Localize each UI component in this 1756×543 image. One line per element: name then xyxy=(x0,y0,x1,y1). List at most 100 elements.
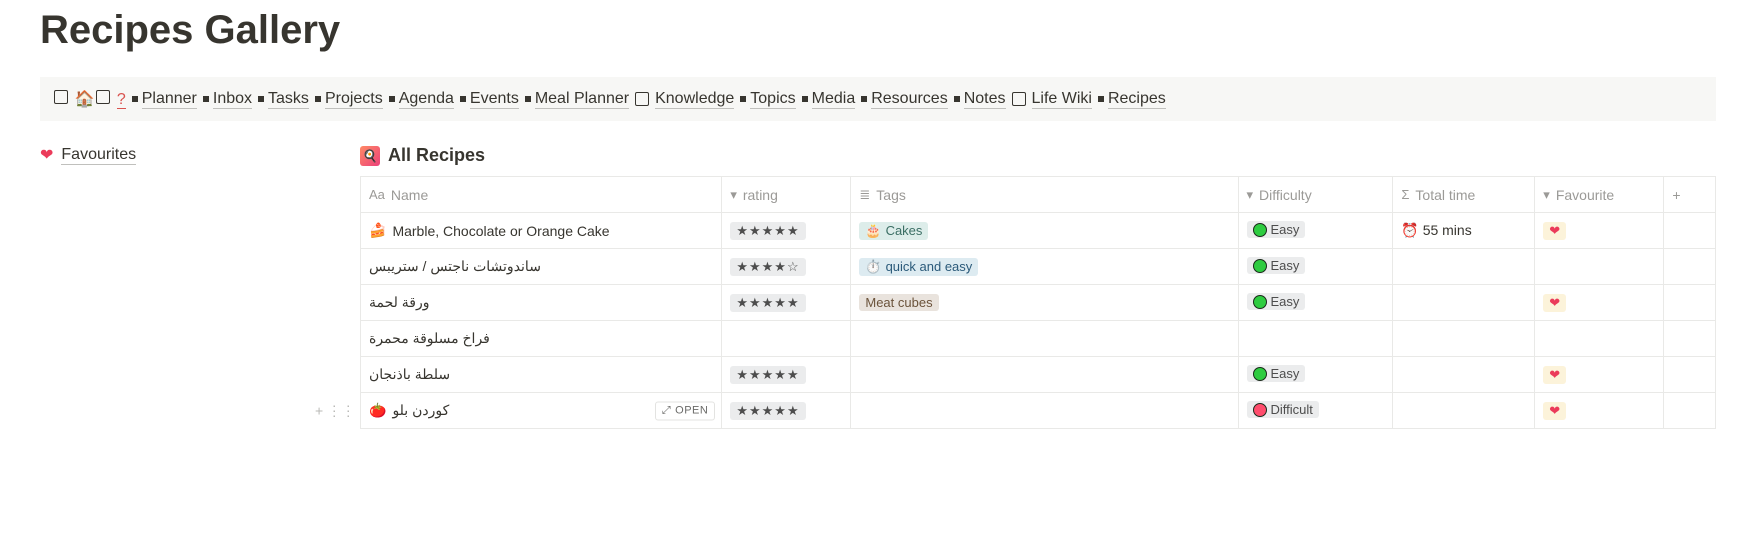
nav-item[interactable]: Topics xyxy=(740,90,795,109)
difficulty-dot-icon xyxy=(1253,367,1267,381)
rating-value[interactable]: ★★★★★ xyxy=(730,366,805,384)
column-label: Total time xyxy=(1415,187,1475,203)
bullet-icon xyxy=(954,96,960,102)
table-row[interactable]: سلطة باذنجان ★★★★★ Easy ❤ xyxy=(361,357,1716,393)
open-label: OPEN xyxy=(675,405,708,417)
favourite-pill[interactable]: ❤ xyxy=(1543,222,1566,240)
tag-label: Meat cubes xyxy=(865,295,932,310)
difficulty-label: Easy xyxy=(1271,258,1300,273)
nav-item[interactable]: Resources xyxy=(861,90,947,109)
bullet-icon xyxy=(740,96,746,102)
drag-handle-icon[interactable]: ⋮⋮ xyxy=(327,402,355,419)
bullet-icon xyxy=(258,96,264,102)
nav-item[interactable]: Agenda xyxy=(389,90,454,109)
nav-item[interactable]: Knowledge xyxy=(635,90,734,109)
column-header-rating[interactable]: ▾rating xyxy=(722,177,851,213)
rating-value[interactable]: ★★★★★ xyxy=(730,294,805,312)
tag-label: Cakes xyxy=(886,223,923,238)
sidebar-favourites-label: Favourites xyxy=(61,146,136,165)
favourite-pill[interactable]: ❤ xyxy=(1543,366,1566,384)
heart-icon: ❤ xyxy=(1549,223,1560,239)
home-icon[interactable]: 🏠 xyxy=(74,91,94,108)
nav-item[interactable]: Media xyxy=(802,90,856,109)
nav-label: Media xyxy=(812,90,856,109)
nav-item[interactable]: Notes xyxy=(954,90,1006,109)
nav-label: Resources xyxy=(871,90,947,109)
box-icon xyxy=(1012,92,1026,106)
heart-icon: ❤ xyxy=(1549,295,1560,311)
sidebar-favourites-link[interactable]: ❤ Favourites xyxy=(40,145,136,165)
bullet-icon xyxy=(525,96,531,102)
nav-label: Planner xyxy=(142,90,197,109)
nav-label: Projects xyxy=(325,90,383,109)
difficulty-dot-icon xyxy=(1253,223,1267,237)
tag-emoji-icon: 🎂 xyxy=(865,223,881,239)
nav-question[interactable]: ? xyxy=(117,91,126,109)
table-row[interactable]: 🍰 Marble, Chocolate or Orange Cake ★★★★★ 🎂 C… xyxy=(361,213,1716,249)
tag-pill[interactable]: ⏱️quick and easy xyxy=(859,258,978,276)
difficulty-label: Difficult xyxy=(1271,402,1313,417)
nav-label: Inbox xyxy=(213,90,252,109)
nav-item[interactable]: Inbox xyxy=(203,90,252,109)
bullet-icon xyxy=(460,96,466,102)
bullet-icon xyxy=(132,96,138,102)
nav-item[interactable]: Life Wiki xyxy=(1012,90,1092,109)
column-header-tags[interactable]: ≣Tags xyxy=(851,177,1238,213)
view-title: All Recipes xyxy=(388,145,485,166)
difficulty-pill[interactable]: Difficult xyxy=(1247,401,1319,418)
table-row[interactable]: +⋮⋮🍅كوردن بلو⤢OPEN★★★★★Difficult❤ xyxy=(361,393,1716,429)
nav-item[interactable]: Planner xyxy=(132,90,197,109)
row-emoji-icon: 🍰 xyxy=(369,222,386,239)
bullet-icon xyxy=(203,96,209,102)
table-row[interactable]: ورقة لحمة ★★★★★ Meat cubes Easy ❤ xyxy=(361,285,1716,321)
bullet-icon xyxy=(389,96,395,102)
open-page-button[interactable]: ⤢ OPEN xyxy=(655,401,716,420)
nav-item[interactable]: Recipes xyxy=(1098,90,1166,109)
nav-label: Life Wiki xyxy=(1032,90,1092,109)
nav-label: Topics xyxy=(750,90,795,109)
column-header-favourite[interactable]: ▾Favourite xyxy=(1535,177,1664,213)
rating-value[interactable]: ★★★★★ xyxy=(730,222,805,240)
clock-icon: ⏰ xyxy=(1401,222,1418,238)
row-name: Marble, Chocolate or Orange Cake xyxy=(392,223,609,239)
table-row[interactable]: فراخ مسلوقة محمرة xyxy=(361,321,1716,357)
bullet-icon xyxy=(861,96,867,102)
bullet-icon xyxy=(1098,96,1104,102)
tag-pill[interactable]: 🎂 Cakes xyxy=(859,222,928,240)
nav-item[interactable]: Tasks xyxy=(258,90,309,109)
row-name: ورقة لحمة xyxy=(369,294,430,311)
difficulty-pill[interactable]: Easy xyxy=(1247,365,1306,382)
add-row-icon[interactable]: + xyxy=(315,402,323,419)
total-time-value: 55 mins xyxy=(1423,222,1472,238)
column-header-name[interactable]: AaName xyxy=(361,177,722,213)
bullet-icon xyxy=(802,96,808,102)
rating-value[interactable]: ★★★★☆ xyxy=(730,258,805,276)
difficulty-pill[interactable]: Easy xyxy=(1247,257,1306,274)
favourite-pill[interactable]: ❤ xyxy=(1543,294,1566,312)
expand-icon: ⤢ xyxy=(662,404,671,417)
column-label: Difficulty xyxy=(1259,187,1312,203)
difficulty-pill[interactable]: Easy xyxy=(1247,293,1306,310)
sidebar: ❤ Favourites xyxy=(40,145,320,429)
difficulty-pill[interactable]: Easy xyxy=(1247,221,1306,238)
nav-label: Knowledge xyxy=(655,90,734,109)
view-header[interactable]: 🍳 All Recipes xyxy=(360,145,1716,166)
nav-item[interactable]: Events xyxy=(460,90,519,109)
column-header-total-time[interactable]: ΣTotal time xyxy=(1393,177,1535,213)
main-content: 🍳 All Recipes AaName ▾rating ≣Tags xyxy=(360,145,1716,429)
tag-pill[interactable]: Meat cubes xyxy=(859,294,938,311)
nav-label: Tasks xyxy=(268,90,309,109)
rating-value[interactable]: ★★★★★ xyxy=(730,402,805,420)
add-column-button[interactable]: + xyxy=(1664,177,1716,213)
heart-icon: ❤ xyxy=(1549,367,1560,383)
difficulty-dot-icon xyxy=(1253,403,1267,417)
column-header-difficulty[interactable]: ▾Difficulty xyxy=(1238,177,1393,213)
box-icon xyxy=(96,90,110,104)
nav-item[interactable]: Projects xyxy=(315,90,383,109)
row-name: كوردن بلو xyxy=(392,402,449,419)
table-row[interactable]: ساندوتشات ناجتس / ستريبس★★★★☆⏱️quick and… xyxy=(361,249,1716,285)
nav-item[interactable]: Meal Planner xyxy=(525,90,629,109)
column-label: Favourite xyxy=(1556,187,1614,203)
row-name: سلطة باذنجان xyxy=(369,366,450,383)
favourite-pill[interactable]: ❤ xyxy=(1543,402,1566,420)
